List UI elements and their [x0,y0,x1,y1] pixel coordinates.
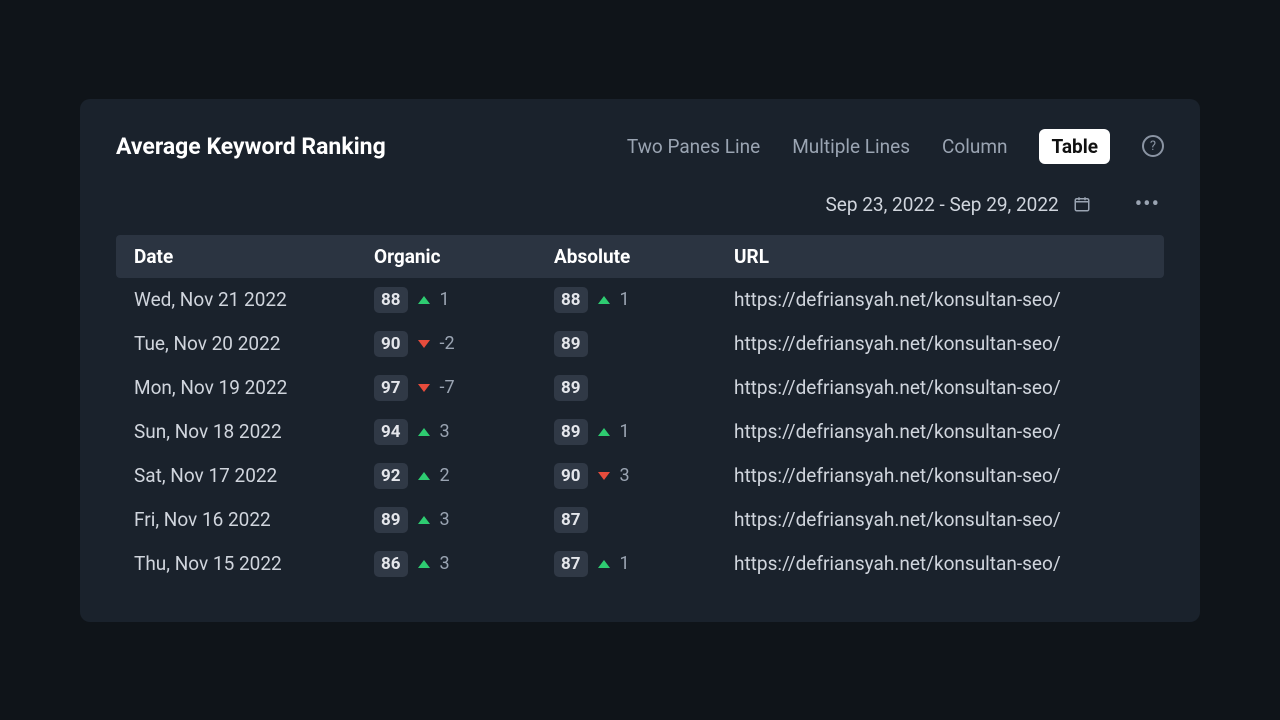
tab-table[interactable]: Table [1039,129,1110,164]
absolute-cell: 87 [554,507,734,533]
date-cell: Tue, Nov 20 2022 [134,332,374,355]
table-row: Fri, Nov 16 202289 3 87 https://defriansyah… [116,498,1164,542]
trend-up-icon [598,560,610,568]
date-cell: Wed, Nov 21 2022 [134,288,374,311]
absolute-value: 88 [554,287,588,313]
date-cell: Thu, Nov 15 2022 [134,552,374,575]
calendar-icon[interactable] [1073,195,1091,213]
organic-cell: 94 3 [374,419,554,445]
organic-delta: 2 [440,465,450,486]
url-cell[interactable]: https://defriansyah.net/konsultan-seo/ [734,288,1146,311]
panel-header: Average Keyword Ranking Two Panes Line M… [116,129,1164,164]
url-cell[interactable]: https://defriansyah.net/konsultan-seo/ [734,508,1146,531]
trend-up-icon [598,428,610,436]
organic-cell: 89 3 [374,507,554,533]
table-body: Wed, Nov 21 2022881881https://defriansya… [116,278,1164,586]
table-row: Mon, Nov 19 202297 -7 89 https://defriansya… [116,366,1164,410]
organic-cell: 86 3 [374,551,554,577]
absolute-cell: 88 1 [554,287,734,313]
organic-value: 89 [374,507,408,533]
organic-delta: 1 [440,289,450,310]
ranking-table: Date Organic Absolute URL Wed, Nov 21 20… [116,235,1164,586]
organic-value: 86 [374,551,408,577]
organic-delta: 3 [440,421,450,442]
url-cell[interactable]: https://defriansyah.net/konsultan-seo/ [734,464,1146,487]
organic-cell: 97 -7 [374,375,554,401]
trend-down-icon [418,384,430,392]
trend-down-icon [418,340,430,348]
col-url: URL [734,245,1146,268]
trend-up-icon [418,472,430,480]
trend-up-icon [418,296,430,304]
absolute-cell: 87 1 [554,551,734,577]
col-organic: Organic [374,245,554,268]
absolute-value: 89 [554,375,588,401]
absolute-cell: 90 3 [554,463,734,489]
table-row: Tue, Nov 20 202290 -2 89 https://defriansya… [116,322,1164,366]
url-cell[interactable]: https://defriansyah.net/konsultan-seo/ [734,552,1146,575]
tab-multiple-lines[interactable]: Multiple Lines [792,135,910,158]
organic-delta: -7 [440,377,455,398]
table-header: Date Organic Absolute URL [116,235,1164,278]
col-absolute: Absolute [554,245,734,268]
absolute-delta: 1 [620,289,630,310]
organic-delta: 3 [440,553,450,574]
absolute-delta: 1 [620,421,630,442]
date-cell: Mon, Nov 19 2022 [134,376,374,399]
organic-cell: 88 1 [374,287,554,313]
date-cell: Fri, Nov 16 2022 [134,508,374,531]
organic-value: 94 [374,419,408,445]
table-row: Wed, Nov 21 2022881881https://defriansya… [116,278,1164,322]
absolute-cell: 89 [554,375,734,401]
ranking-panel: Average Keyword Ranking Two Panes Line M… [80,99,1200,622]
organic-value: 97 [374,375,408,401]
absolute-value: 90 [554,463,588,489]
table-row: Sat, Nov 17 202292 2 90 3 https://defriansya… [116,454,1164,498]
tab-column[interactable]: Column [942,135,1007,158]
more-icon[interactable]: ••• [1131,192,1164,217]
absolute-delta: 3 [620,465,630,486]
date-range-label: Sep 23, 2022 - Sep 29, 2022 [826,193,1059,216]
url-cell[interactable]: https://defriansyah.net/konsultan-seo/ [734,420,1146,443]
absolute-cell: 89 [554,331,734,357]
col-date: Date [134,245,374,268]
trend-up-icon [418,428,430,436]
organic-delta: -2 [440,333,455,354]
absolute-value: 89 [554,331,588,357]
organic-value: 88 [374,287,408,313]
view-tabs: Two Panes Line Multiple Lines Column Tab… [627,129,1164,164]
absolute-delta: 1 [620,553,630,574]
trend-up-icon [598,296,610,304]
organic-value: 92 [374,463,408,489]
date-cell: Sun, Nov 18 2022 [134,420,374,443]
organic-cell: 90 -2 [374,331,554,357]
help-icon[interactable]: ? [1142,135,1164,157]
panel-subheader: Sep 23, 2022 - Sep 29, 2022 ••• [116,192,1164,217]
absolute-cell: 89 1 [554,419,734,445]
url-cell[interactable]: https://defriansyah.net/konsultan-seo/ [734,332,1146,355]
url-cell[interactable]: https://defriansyah.net/konsultan-seo/ [734,376,1146,399]
organic-delta: 3 [440,509,450,530]
absolute-value: 89 [554,419,588,445]
trend-up-icon [418,560,430,568]
organic-cell: 92 2 [374,463,554,489]
trend-down-icon [598,472,610,480]
tab-two-panes-line[interactable]: Two Panes Line [627,135,760,158]
absolute-value: 87 [554,551,588,577]
date-cell: Sat, Nov 17 2022 [134,464,374,487]
organic-value: 90 [374,331,408,357]
panel-title: Average Keyword Ranking [116,133,386,160]
trend-up-icon [418,516,430,524]
table-row: Thu, Nov 15 202286 3 87 1 https://defriansya… [116,542,1164,586]
absolute-value: 87 [554,507,588,533]
table-row: Sun, Nov 18 202294 3 89 1 https://defriansya… [116,410,1164,454]
